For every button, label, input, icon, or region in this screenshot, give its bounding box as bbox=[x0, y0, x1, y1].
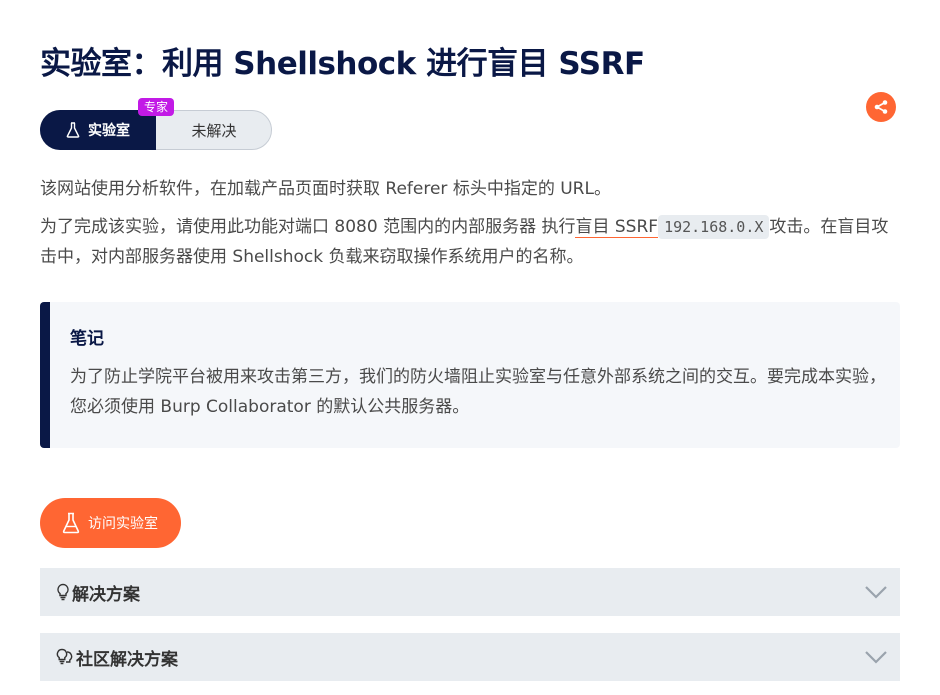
note-title: 笔记 bbox=[70, 329, 104, 349]
solution-accordion[interactable]: 解决方案 bbox=[40, 568, 900, 616]
ip-range-code: 192.168.0.X bbox=[658, 215, 770, 239]
description-line-1: 该网站使用分析软件，在加载产品页面时获取 Referer 标头中指定的 URL。 bbox=[40, 179, 611, 199]
community-solutions-label: 社区解决方案 bbox=[76, 649, 178, 670]
access-lab-button[interactable]: 访问实验室 bbox=[40, 498, 181, 548]
note-callout: 笔记 为了防止学院平台被用来攻击第三方，我们的防火墙阻止实验室与任意外部系统之间… bbox=[40, 302, 900, 448]
lightbulbs-icon bbox=[56, 648, 73, 665]
lightbulb-icon bbox=[57, 583, 69, 601]
share-icon bbox=[874, 100, 888, 114]
flask-icon bbox=[62, 512, 80, 534]
page-title: 实验室：利用 Shellshock 进行盲目 SSRF bbox=[40, 46, 645, 82]
level-badge: 专家 bbox=[138, 98, 175, 116]
description-line-2: 为了完成该实验，请使用此功能对端口 8080 范围内的内部服务器 执行盲目 SS… bbox=[40, 212, 900, 272]
community-solutions-accordion[interactable]: 社区解决方案 bbox=[40, 633, 900, 681]
lab-status-widget: 实验室 未解决 专家 bbox=[40, 98, 272, 150]
flask-icon bbox=[66, 122, 80, 138]
blind-ssrf-link[interactable]: 盲目 SSRF bbox=[575, 217, 659, 238]
share-button[interactable] bbox=[866, 92, 896, 122]
solution-label: 解决方案 bbox=[72, 584, 140, 605]
solve-status: 未解决 bbox=[191, 121, 237, 140]
chevron-down-icon bbox=[865, 586, 887, 599]
chevron-down-icon bbox=[865, 651, 887, 664]
lab-label: 实验室 bbox=[88, 123, 130, 139]
access-lab-label: 访问实验室 bbox=[88, 516, 158, 532]
description-text: 为了完成该实验，请使用此功能对端口 8080 范围内的内部服务器 执行 bbox=[40, 217, 576, 237]
note-body: 为了防止学院平台被用来攻击第三方，我们的防火墙阻止实验室与任意外部系统之间的交互… bbox=[70, 367, 886, 417]
lab-label-segment: 实验室 bbox=[40, 110, 156, 150]
